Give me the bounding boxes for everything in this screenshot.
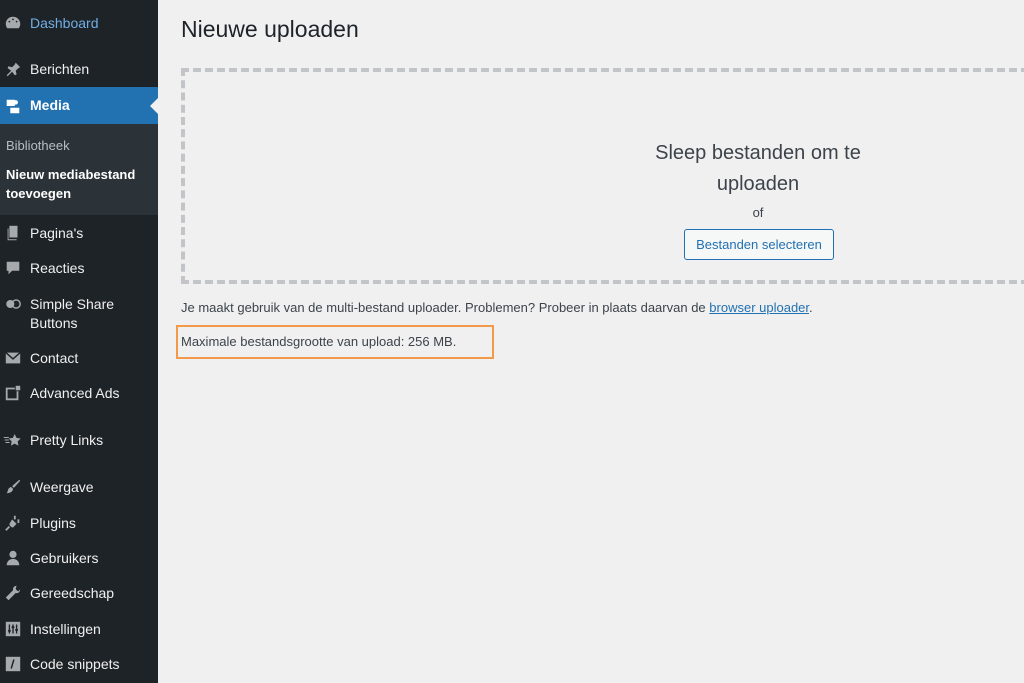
sidebar-item-paginas[interactable]: Pagina's [0,216,158,250]
sidebar-item-instellingen[interactable]: Instellingen [0,612,158,646]
sidebar-item-gereedschap[interactable]: Gereedschap [0,576,158,610]
sidebar-item-code-snippets[interactable]: Code snippets [0,647,158,681]
sidebar-item-weergave[interactable]: Weergave [0,470,158,504]
max-upload-size: Maximale bestandsgrootte van upload: 256… [181,334,457,349]
wrench-icon [3,583,23,603]
sidebar-item-contact[interactable]: Contact [0,341,158,375]
sidebar-item-dashboard[interactable]: Dashboard [0,6,158,40]
sidebar-item-label: Pretty Links [30,431,104,448]
sidebar-item-advanced-ads[interactable]: Advanced Ads [0,376,158,410]
select-files-button[interactable]: Bestanden selecteren [684,229,834,260]
media-submenu: Bibliotheek Nieuw mediabestand toevoegen [0,124,158,215]
sidebar-item-label: Plugins [30,514,76,531]
sidebar-item-label: Simple Share Buttons [30,296,115,331]
share-icon [3,294,23,314]
sidebar-item-label: Reacties [30,259,85,276]
ads-icon [3,383,23,403]
page-title: Nieuwe uploaden [181,16,359,42]
drop-zone[interactable] [181,68,1024,284]
browser-uploader-link[interactable]: browser uploader [709,300,809,315]
drop-or-label: of [752,205,764,220]
sidebar-item-reacties[interactable]: Reacties [0,251,158,285]
uploader-note-end: . [809,300,813,315]
sidebar-item-label: Instellingen [30,620,101,637]
media-icon [3,96,23,116]
sidebar-item-label: Media [30,97,70,113]
code-icon [3,654,23,674]
sidebar-item-label: Berichten [30,60,90,77]
star-icon [3,430,23,450]
sidebar-item-label: Weergave [30,478,94,495]
drop-instructions: Sleep bestanden om te uploaden [655,142,861,195]
uploader-note: Je maakt gebruik van de multi-bestand up… [181,300,813,315]
sidebar-item-label: Pagina's [30,224,84,241]
admin-sidebar: Dashboard Berichten Media Bibliotheek Ni… [0,0,158,683]
sidebar-item-label: Contact [30,349,79,366]
brush-icon [3,477,23,497]
uploader-note-text: Je maakt gebruik van de multi-bestand up… [181,300,706,315]
pin-icon [3,59,23,79]
sidebar-item-plugins[interactable]: Plugins [0,506,158,540]
submenu-item-bibliotheek[interactable]: Bibliotheek [6,136,156,155]
sidebar-item-label: Gebruikers [30,549,99,566]
sidebar-item-gebruikers[interactable]: Gebruikers [0,541,158,575]
comment-icon [3,258,23,278]
plugin-icon [3,513,23,533]
sidebar-item-berichten[interactable]: Berichten [0,52,158,86]
sidebar-item-media[interactable]: Media [0,87,158,124]
sidebar-item-label: Advanced Ads [30,384,120,401]
settings-icon [3,619,23,639]
dashboard-icon [3,13,23,33]
sidebar-item-label: Code snippets [30,655,120,672]
submenu-item-nieuw-mediabestand[interactable]: Nieuw mediabestand toevoegen [6,165,146,203]
sidebar-item-label: Dashboard [30,14,99,31]
user-icon [3,548,23,568]
sidebar-item-label: Gereedschap [30,584,115,601]
sidebar-item-pretty-links[interactable]: Pretty Links [0,423,158,457]
mail-icon [3,348,23,368]
pages-icon [3,223,23,243]
sidebar-item-simple-share-buttons[interactable]: Simple Share Buttons [0,290,158,338]
active-indicator [150,97,158,114]
